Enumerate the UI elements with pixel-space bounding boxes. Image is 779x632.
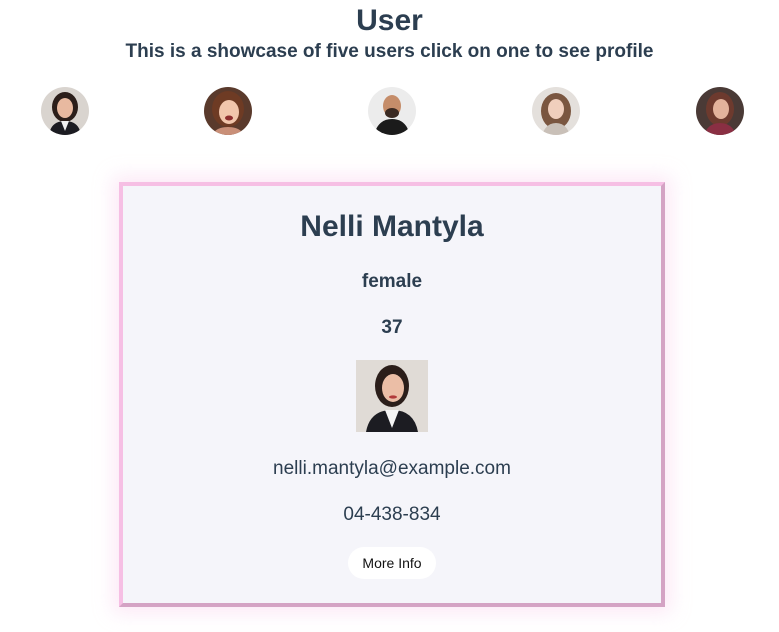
profile-card: Nelli Mantyla female 37 nelli.mantyla@ex… xyxy=(119,182,665,607)
woman-brown-hair-avatar-icon xyxy=(696,87,744,135)
profile-age: 37 xyxy=(381,317,403,338)
user-avatar-5[interactable] xyxy=(696,87,744,135)
profile-photo xyxy=(356,360,428,432)
user-avatar-3[interactable] xyxy=(368,87,416,135)
woman-auburn-hair-avatar-icon xyxy=(204,87,252,135)
woman-dark-hair-photo-icon xyxy=(356,360,428,432)
user-avatar-2[interactable] xyxy=(204,87,252,135)
profile-email: nelli.mantyla@example.com xyxy=(273,458,511,479)
woman-curly-hair-avatar-icon xyxy=(532,87,580,135)
more-info-button[interactable]: More Info xyxy=(348,547,436,579)
woman-dark-hair-avatar-icon xyxy=(41,87,89,135)
user-avatar-list xyxy=(0,87,779,135)
bald-man-avatar-icon xyxy=(368,87,416,135)
page-title: User xyxy=(356,4,423,37)
user-avatar-4[interactable] xyxy=(532,87,580,135)
profile-gender: female xyxy=(361,271,423,292)
page-subtitle: This is a showcase of five users click o… xyxy=(125,41,654,62)
profile-phone: 04-438-834 xyxy=(343,504,441,525)
user-avatar-1[interactable] xyxy=(41,87,89,135)
profile-name: Nelli Mantyla xyxy=(300,210,484,243)
